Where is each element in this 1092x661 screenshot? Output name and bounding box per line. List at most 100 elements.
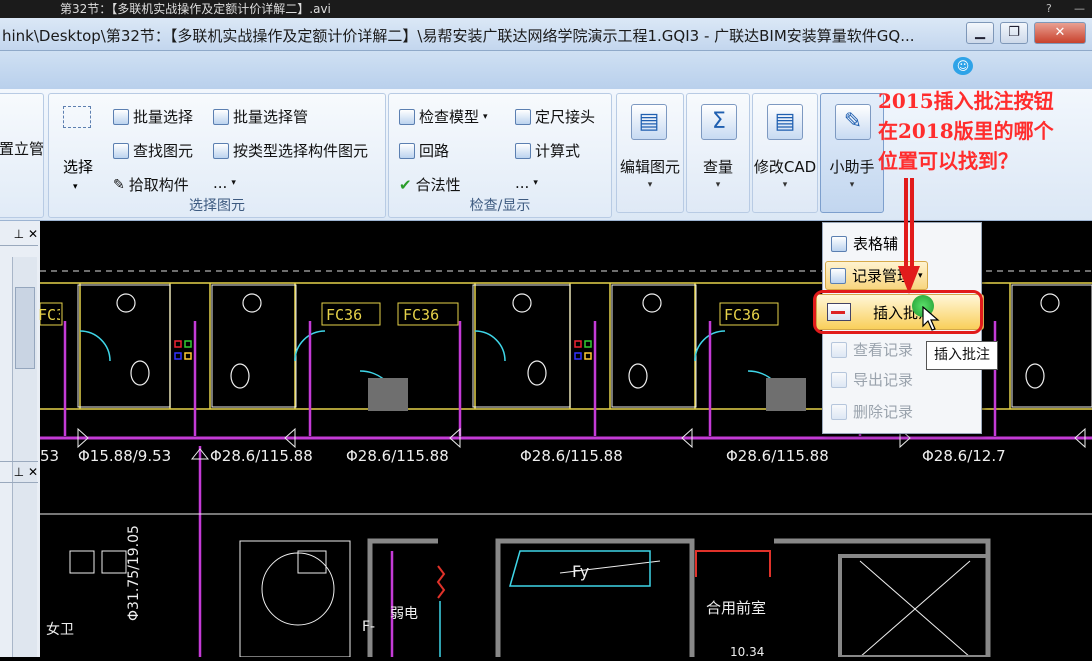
batch-select-icon bbox=[113, 108, 129, 125]
menu-item-view-record[interactable]: 查看记录 bbox=[831, 339, 913, 360]
chevron-down-icon: ▾ bbox=[715, 180, 721, 190]
modify-cad-button[interactable]: ▤ 修改CAD ▾ bbox=[752, 93, 818, 213]
chevron-down-icon: ▾ bbox=[231, 178, 236, 188]
select-more-button[interactable]: ... ▾ bbox=[213, 174, 236, 192]
room-label: 合用前室 bbox=[706, 599, 767, 617]
check-model-icon bbox=[399, 108, 415, 125]
minimize-button[interactable]: ▁ bbox=[966, 22, 994, 44]
chevron-down-icon: ▾ bbox=[647, 180, 653, 190]
formula-button[interactable]: 计算式 bbox=[515, 140, 580, 161]
window-title: hink\Desktop\第32节：【多联机实战操作及定额计价详解二】\易帮安装… bbox=[2, 27, 915, 45]
annotation-line: 在2018版里的哪个 bbox=[878, 119, 1054, 143]
window-title-bar: hink\Desktop\第32节：【多联机实战操作及定额计价详解二】\易帮安装… bbox=[0, 18, 1092, 51]
video-help-icon[interactable]: ? bbox=[1046, 0, 1052, 18]
menu-item-table-assist[interactable]: 表格辅 bbox=[831, 233, 898, 254]
assistant-button[interactable]: ✎ 小助手 ▾ bbox=[820, 93, 884, 213]
annotation-line: 2015插入批注按钮 bbox=[878, 89, 1054, 113]
door-label: FC36 bbox=[326, 306, 363, 324]
door-label: FC36 bbox=[38, 306, 60, 324]
restore-icon: ❐ bbox=[1008, 25, 1020, 40]
annotation-arrow bbox=[898, 178, 920, 294]
shaft bbox=[766, 378, 806, 411]
pin-icon[interactable]: ⊥ bbox=[14, 227, 24, 241]
door-label: FC36 bbox=[403, 306, 440, 324]
panel-close-icon[interactable]: ✕ bbox=[28, 227, 38, 241]
grey-walls bbox=[367, 538, 991, 659]
edit-element-icon: ▤ bbox=[631, 104, 667, 140]
close-button[interactable]: ✕ bbox=[1034, 22, 1086, 44]
record-icon bbox=[830, 267, 846, 284]
fixed-length-joint-button[interactable]: 定尺接头 bbox=[515, 106, 595, 127]
eyedropper-icon: ✎ bbox=[113, 176, 125, 193]
loop-icon bbox=[399, 142, 415, 159]
chevron-down-icon: ▾ bbox=[849, 180, 855, 190]
pipe-label: Φ15.88/9.53 bbox=[78, 447, 172, 465]
pipe-label: 53 bbox=[40, 447, 60, 465]
video-title-bar: 第32节：【多联机实战操作及定额计价详解二】.avi ? — bbox=[0, 0, 1092, 18]
help-assistant-icon[interactable]: ☺ bbox=[953, 57, 973, 75]
joint-icon bbox=[515, 108, 531, 125]
group-label-select: 选择图元 bbox=[189, 198, 245, 214]
find-element-button[interactable]: 查找图元 bbox=[113, 140, 193, 161]
pipe-select-icon bbox=[213, 108, 229, 125]
legality-button[interactable]: ✔ 合法性 bbox=[399, 174, 461, 195]
select-button[interactable]: 选择 ▾ bbox=[59, 102, 99, 202]
chevron-down-icon: ▾ bbox=[533, 178, 538, 188]
ribbon-group-select: 选择 ▾ 批量选择 批量选择管 查找图元 按类型选择构件图元 ✎ 拾取构件 ...… bbox=[48, 93, 386, 218]
room-label: 女卫 bbox=[46, 622, 74, 638]
highlight-ring bbox=[813, 290, 983, 334]
pipe-label: Φ28.6/115.88 bbox=[210, 447, 313, 465]
calculator-icon bbox=[515, 142, 531, 159]
modify-cad-icon: ▤ bbox=[767, 104, 803, 140]
menu-item-export-record[interactable]: 导出记录 bbox=[831, 369, 913, 390]
vertical-pipe-label: Φ31.75/19.05 bbox=[126, 525, 142, 621]
panel-header: ⊥ ✕ bbox=[0, 223, 38, 246]
place-riser-button[interactable]: 置立管 bbox=[0, 138, 44, 159]
query-button[interactable]: Σ 查量 ▾ bbox=[686, 93, 750, 213]
ribbon-group-check: 检查模型 ▾ 定尺接头 回路 计算式 ✔ 合法性 ... ▾ 检查/显示 bbox=[388, 93, 612, 218]
tooltip: 插入批注 bbox=[926, 341, 998, 370]
ribbon-group-partial: 置立管 bbox=[0, 93, 44, 218]
check-mark-icon: ✔ bbox=[399, 175, 412, 194]
type-select-icon bbox=[213, 142, 229, 159]
pipe-label: Φ28.6/115.88 bbox=[726, 447, 829, 465]
loop-button[interactable]: 回路 bbox=[399, 140, 449, 161]
restore-button[interactable]: ❐ bbox=[1000, 22, 1028, 44]
table-icon bbox=[831, 235, 847, 252]
group-label-check: 检查/显示 bbox=[469, 198, 531, 214]
door-label: FC36 bbox=[724, 306, 761, 324]
video-title: 第32节：【多联机实战操作及定额计价详解二】.avi bbox=[60, 2, 331, 16]
chevron-down-icon: ▾ bbox=[483, 111, 488, 122]
batch-select-button[interactable]: 批量选择 bbox=[113, 106, 193, 127]
export-icon bbox=[831, 371, 847, 388]
pin-icon[interactable]: ⊥ bbox=[14, 465, 24, 479]
room-label: 弱电 bbox=[390, 606, 418, 622]
room-label: F- bbox=[362, 619, 376, 635]
select-cursor-icon bbox=[63, 106, 91, 128]
scrollbar-thumb[interactable] bbox=[15, 287, 35, 369]
chevron-down-icon: ▾ bbox=[782, 180, 788, 190]
left-dock-panel: ⊥ ✕ ⊥ ✕ bbox=[0, 221, 41, 657]
find-icon bbox=[113, 142, 129, 159]
view-icon bbox=[831, 341, 847, 358]
pipe-label: Φ28.6/115.88 bbox=[520, 447, 623, 465]
mouse-cursor-icon bbox=[922, 306, 940, 331]
batch-select-pipe-button[interactable]: 批量选择管 bbox=[213, 106, 308, 127]
minimize-icon: ▁ bbox=[975, 25, 985, 40]
pick-component-button[interactable]: ✎ 拾取构件 bbox=[113, 174, 189, 195]
panel-header-2: ⊥ ✕ bbox=[0, 461, 38, 483]
select-by-type-button[interactable]: 按类型选择构件图元 bbox=[213, 140, 368, 161]
edit-element-button[interactable]: ▤ 编辑图元 ▾ bbox=[616, 93, 684, 213]
menu-item-delete-record[interactable]: 删除记录 bbox=[831, 401, 913, 422]
annotation-line: 位置可以找到？ bbox=[878, 149, 1018, 173]
video-minimize-icon[interactable]: — bbox=[1074, 0, 1085, 18]
close-icon: ✕ bbox=[1054, 25, 1066, 40]
sigma-icon: Σ bbox=[701, 104, 737, 140]
delete-icon bbox=[831, 403, 847, 420]
panel-close-icon[interactable]: ✕ bbox=[28, 465, 38, 479]
pipe-label: Φ28.6/12.7 bbox=[922, 447, 1006, 465]
check-model-button[interactable]: 检查模型 ▾ bbox=[399, 106, 488, 127]
check-more-button[interactable]: ... ▾ bbox=[515, 174, 538, 192]
pipe-label: Φ28.6/115.88 bbox=[346, 447, 449, 465]
panel-scrollbar[interactable] bbox=[12, 257, 37, 657]
